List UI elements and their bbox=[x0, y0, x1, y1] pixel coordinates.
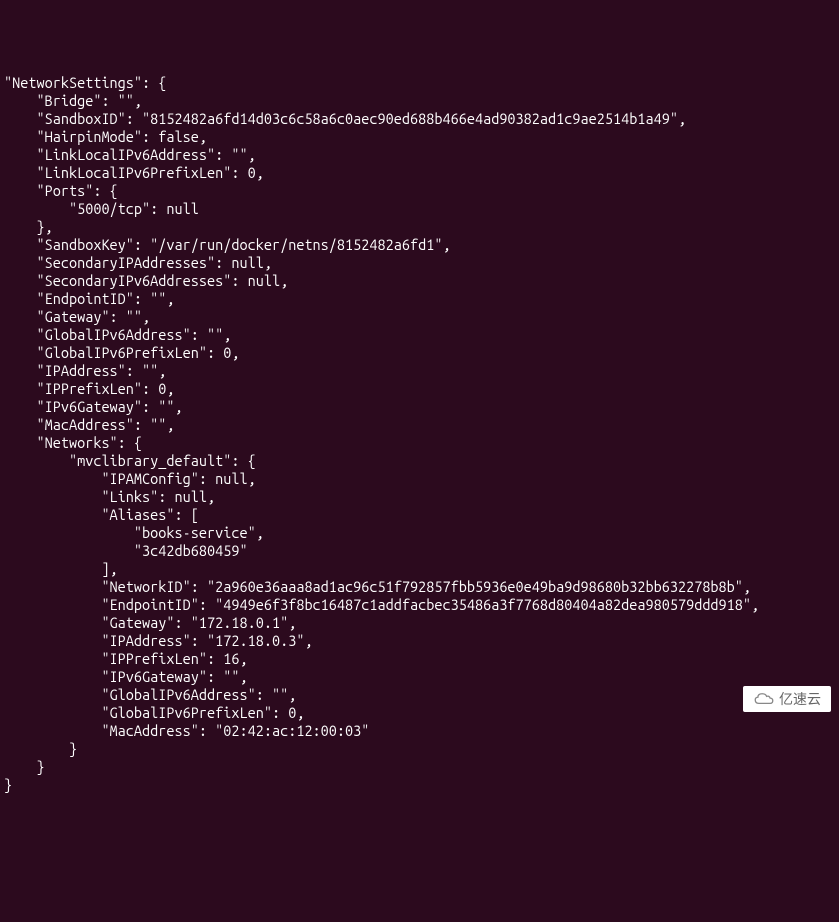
json-line: "Aliases": [ bbox=[4, 506, 199, 523]
json-line: "GlobalIPv6PrefixLen": 0, bbox=[4, 344, 239, 361]
json-line: "MacAddress": "02:42:ac:12:00:03" bbox=[4, 722, 369, 739]
json-line: "SandboxKey": "/var/run/docker/netns/815… bbox=[4, 236, 451, 253]
json-line: "HairpinMode": false, bbox=[4, 128, 207, 145]
json-line: ], bbox=[4, 560, 118, 577]
json-line: "IPPrefixLen": 0, bbox=[4, 380, 175, 397]
json-line: "5000/tcp": null bbox=[4, 200, 199, 217]
json-line: "NetworkSettings": { bbox=[4, 74, 166, 91]
json-line: "GlobalIPv6Address": "", bbox=[4, 326, 231, 343]
json-line: "IPv6Gateway": "", bbox=[4, 398, 183, 415]
json-line: "Bridge": "", bbox=[4, 92, 142, 109]
json-line: } bbox=[4, 740, 77, 757]
json-line: "IPAMConfig": null, bbox=[4, 470, 256, 487]
json-line: "LinkLocalIPv6Address": "", bbox=[4, 146, 256, 163]
terminal-output: "NetworkSettings": { "Bridge": "", "Sand… bbox=[0, 72, 839, 796]
json-line: "GlobalIPv6Address": "", bbox=[4, 686, 296, 703]
json-line: "mvclibrary_default": { bbox=[4, 452, 256, 469]
json-line: "EndpointID": "", bbox=[4, 290, 175, 307]
json-line: "MacAddress": "", bbox=[4, 416, 175, 433]
json-line: "GlobalIPv6PrefixLen": 0, bbox=[4, 704, 304, 721]
watermark-badge: 亿速云 bbox=[743, 686, 831, 712]
json-line: "Gateway": "172.18.0.1", bbox=[4, 614, 296, 631]
json-line: "SecondaryIPv6Addresses": null, bbox=[4, 272, 288, 289]
json-line: "IPAddress": "172.18.0.3", bbox=[4, 632, 313, 649]
json-line: "SandboxID": "8152482a6fd14d03c6c58a6c0a… bbox=[4, 110, 686, 127]
json-line: "EndpointID": "4949e6f3f8bc16487c1addfac… bbox=[4, 596, 759, 613]
json-line: "Ports": { bbox=[4, 182, 118, 199]
json-line: "NetworkID": "2a960e36aaa8ad1ac96c51f792… bbox=[4, 578, 751, 595]
json-line: } bbox=[4, 776, 12, 793]
json-line: } bbox=[4, 758, 45, 775]
json-line: "Gateway": "", bbox=[4, 308, 150, 325]
json-line: "books-service", bbox=[4, 524, 264, 541]
json-line: "LinkLocalIPv6PrefixLen": 0, bbox=[4, 164, 264, 181]
json-line: "SecondaryIPAddresses": null, bbox=[4, 254, 272, 271]
json-line: "3c42db680459" bbox=[4, 542, 248, 559]
json-line: }, bbox=[4, 218, 53, 235]
json-line: "Links": null, bbox=[4, 488, 215, 505]
json-line: "Networks": { bbox=[4, 434, 142, 451]
json-line: "IPPrefixLen": 16, bbox=[4, 650, 248, 667]
json-line: "IPv6Gateway": "", bbox=[4, 668, 248, 685]
json-line: "IPAddress": "", bbox=[4, 362, 166, 379]
cloud-icon bbox=[753, 692, 775, 706]
watermark-text: 亿速云 bbox=[779, 690, 821, 708]
